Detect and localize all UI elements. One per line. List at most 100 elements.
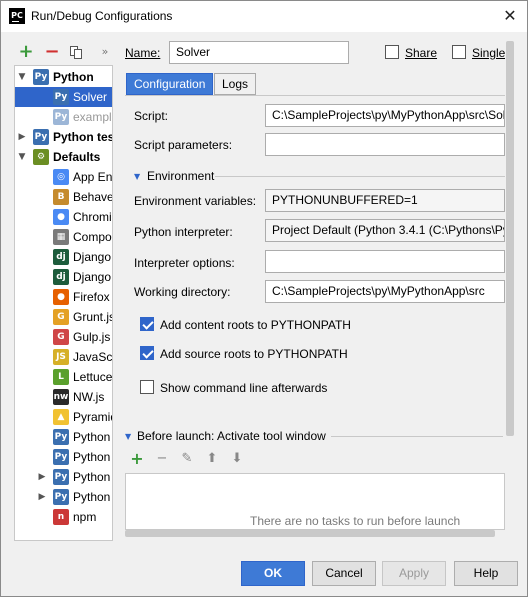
tree-item[interactable]: dj Django tests [15,267,112,287]
tab-logs[interactable]: Logs [214,73,257,95]
python-tests-icon: Py [53,489,69,505]
chevron-right-icon[interactable]: ▶ [17,127,27,147]
interpreter-options-input[interactable] [265,250,505,273]
close-icon[interactable]: ✕ [499,7,521,25]
edit-task-icon[interactable]: ✎ [179,451,195,467]
more-actions-icon[interactable]: » [96,43,114,61]
tree-item-label: Firefox Remote [73,290,112,304]
environment-variables-input[interactable]: PYTHONUNBUFFERED=1 [265,189,505,212]
add-configuration-icon[interactable]: + [17,43,35,61]
gulp-icon: G [53,329,69,345]
tab-configuration[interactable]: Configuration [126,73,214,95]
chevron-right-icon[interactable]: ▶ [37,467,47,487]
javascript-debug-icon: JS [53,349,69,365]
share-label: Share [405,46,438,60]
tree-item[interactable]: L Lettuce [15,367,112,387]
tree-item-label: example [73,110,112,124]
tree-item[interactable]: Py Solver [15,87,112,107]
show-command-line-checkbox[interactable] [140,380,154,394]
add-task-icon[interactable]: + [129,451,145,467]
tree-item[interactable]: n npm [15,507,112,527]
script-input[interactable]: C:\SampleProjects\py\MyPythonApp\src\Sol… [265,104,505,127]
firefox-icon: ● [53,289,69,305]
tree-item[interactable]: Py Python [15,427,112,447]
python-interpreter-select[interactable]: Project Default (Python 3.4.1 (C:\Python… [265,219,505,242]
tree-item[interactable]: ▦ Compound [15,227,112,247]
share-checkbox[interactable] [385,45,399,59]
working-directory-input[interactable]: C:\SampleProjects\py\MyPythonApp\src [265,280,505,303]
python-icon: Py [53,429,69,445]
tree-item-label: Python tests [53,130,112,144]
chevron-right-icon[interactable]: ▶ [37,487,47,507]
tree-item[interactable]: JS JavaScript Debug [15,347,112,367]
add-content-roots-checkbox[interactable] [140,317,154,331]
horizontal-scrollbar-thumb[interactable] [125,530,495,537]
tree-item[interactable]: ▶ Py Python docs [15,467,112,487]
app-engine-icon: ◎ [53,169,69,185]
before-launch-collapse-icon[interactable]: ▼ [125,432,131,441]
tree-item[interactable]: ▶ Py Python tests [15,487,112,507]
tree-item[interactable]: ● Chromium Remote [15,207,112,227]
tree-item[interactable]: ▼ Py Python [15,67,112,87]
nwjs-icon: nw [53,389,69,405]
single-instance-checkbox[interactable] [452,45,466,59]
title-bar: PC Run/Debug Configurations ✕ [1,1,527,32]
django-icon: dj [53,249,69,265]
lettuce-icon: L [53,369,69,385]
script-parameters-input[interactable] [265,133,505,156]
configuration-tree[interactable]: ▼ Py Python Py Solver Py example ▶ Py Python test… [14,65,113,541]
tree-item[interactable]: Py example [15,107,112,127]
tree-item-label: Grunt.js [73,310,113,324]
move-up-icon[interactable]: ⬆ [204,451,220,467]
tree-item-label: NW.js [73,390,105,404]
chevron-down-icon[interactable]: ▼ [17,67,27,87]
show-command-line-label: Show command line afterwards [160,381,328,395]
copy-configuration-icon[interactable] [67,43,85,61]
before-launch-header[interactable]: Before launch: Activate tool window [137,429,326,443]
tree-item[interactable]: ● Firefox Remote [15,287,112,307]
tree-item-label: Defaults [53,150,101,164]
python-tests-icon: Py [33,129,49,145]
tree-item[interactable]: B Behave [15,187,113,207]
remove-configuration-icon[interactable]: − [43,43,61,61]
add-content-roots-label: Add content roots to PYTHONPATH [160,318,351,332]
python-docs-icon: Py [53,469,69,485]
npm-icon: n [53,509,69,525]
chevron-down-icon[interactable]: ▼ [17,147,27,167]
vertical-scrollbar-thumb[interactable] [506,41,514,436]
add-source-roots-checkbox[interactable] [140,346,154,360]
empty-tasks-message: There are no tasks to run before launch [250,514,461,528]
remove-task-icon[interactable]: − [154,451,170,467]
environment-collapse-icon[interactable]: ▼ [134,172,140,181]
tree-item-label: Django tests [73,270,112,284]
tree-item[interactable]: ◎ App Engine [15,167,113,187]
apply-button[interactable]: Apply [382,561,446,586]
tree-item-label: Behave [73,190,113,204]
tree-item[interactable]: nw NW.js [15,387,112,407]
pyramid-icon: ▲ [53,409,69,425]
before-launch-task-list[interactable]: There are no tasks to run before launch [125,473,505,530]
python-config-icon: Py [53,109,69,125]
name-label: Name: [125,46,161,60]
tree-item[interactable]: ▲ Pyramid server [15,407,112,427]
environment-section-header[interactable]: Environment [147,169,214,183]
move-down-icon[interactable]: ⬇ [229,451,245,467]
tree-item-label: Python tests [73,490,112,504]
tree-item[interactable]: Py Python Remote Debug [15,447,112,467]
horizontal-scrollbar[interactable] [125,528,503,538]
help-button[interactable]: Help [454,561,518,586]
environment-variables-label: Environment variables: [134,194,257,208]
tree-item-label: App Engine [73,170,113,184]
name-input[interactable]: Solver [169,41,349,64]
single-instance-label: Single [472,46,506,60]
tree-item[interactable]: ▶ Py Python tests [15,127,112,147]
ok-button[interactable]: OK [241,561,305,586]
tree-item[interactable]: G Gulp.js [15,327,112,347]
cancel-button[interactable]: Cancel [312,561,376,586]
tree-item[interactable]: dj Django server [15,247,112,267]
tree-item-label: Chromium Remote [73,210,112,224]
add-source-roots-label: Add source roots to PYTHONPATH [160,347,348,361]
tree-item[interactable]: G Grunt.js [15,307,113,327]
before-launch-divider [331,436,503,437]
tree-item[interactable]: ▼ ⚙ Defaults [15,147,112,167]
